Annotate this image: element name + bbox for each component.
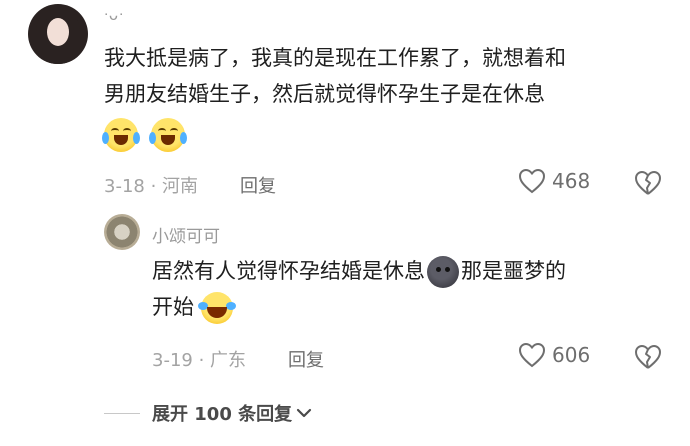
like-button[interactable]: 606: [518, 342, 590, 368]
reply-text-part: 那是噩梦的: [461, 259, 566, 283]
like-count: 606: [552, 343, 591, 367]
comment-text-line: 男朋友结婚生子，然后就觉得怀孕生子是在休息: [104, 82, 545, 106]
comment-text-line: 我大抵是病了，我真的是现在工作累了，就想着和: [104, 46, 566, 70]
dislike-broken-heart-icon[interactable]: [634, 170, 662, 196]
reply-date-location: 3-19 · 广东: [152, 350, 247, 371]
comment-date-location: 3-18 · 河南: [104, 176, 199, 197]
reply-text: 居然有人觉得怀孕结婚是休息 那是噩梦的 开始: [152, 253, 672, 325]
divider: [104, 413, 140, 414]
avatar[interactable]: [28, 4, 88, 64]
comment-author[interactable]: ᐧᴗᐧ: [104, 6, 124, 24]
like-count: 468: [552, 169, 591, 193]
dislike-broken-heart-icon[interactable]: [634, 344, 662, 370]
expand-replies-button[interactable]: 展开 100 条回复: [152, 400, 312, 426]
reply-button[interactable]: 回复: [240, 172, 276, 198]
reply-avatar[interactable]: [104, 214, 140, 250]
crying-laughing-emoji: [148, 118, 187, 152]
rolling-laughing-emoji: [197, 292, 236, 324]
heart-icon: [518, 168, 546, 194]
reply-text-part: 开始: [152, 295, 194, 319]
expand-replies-label: 展开 100 条回复: [152, 404, 293, 425]
reply-author[interactable]: 小颂可可: [152, 222, 220, 247]
comment-emojis: [102, 116, 674, 152]
reply-text-line: 居然有人觉得怀孕结婚是休息 那是噩梦的: [152, 253, 672, 289]
reply-text-part: 居然有人觉得怀孕结婚是休息: [152, 259, 425, 283]
chevron-down-icon: [296, 403, 312, 424]
dark-moon-emoji: [427, 256, 459, 288]
like-button[interactable]: 468: [518, 168, 590, 194]
comment-text: 我大抵是病了，我真的是现在工作累了，就想着和 男朋友结婚生子，然后就觉得怀孕生子…: [102, 40, 674, 152]
reply-button[interactable]: 回复: [288, 346, 324, 372]
reply-text-line: 开始: [152, 289, 672, 325]
crying-laughing-emoji: [102, 118, 140, 152]
heart-icon: [518, 342, 546, 368]
